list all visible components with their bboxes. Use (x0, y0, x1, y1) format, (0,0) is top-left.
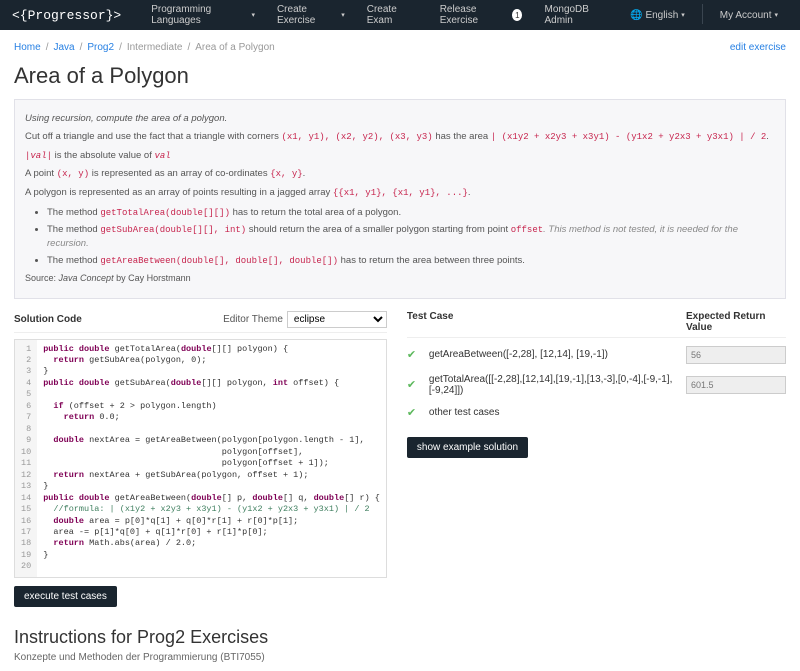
solution-label: Solution Code (14, 314, 223, 325)
crumb-title: Area of a Polygon (195, 42, 275, 53)
testcase-row: ✔ other test cases (407, 406, 786, 419)
nav-left: Programming Languages▾ Create Exercise▾ … (141, 0, 620, 32)
testcase-name: getAreaBetween([-2,28], [12,14], [19,-1]… (429, 349, 686, 360)
desc-method-1: The method getTotalArea(double[][]) has … (47, 206, 775, 221)
navbar: <{Progressor}> Programming Languages▾ Cr… (0, 0, 800, 30)
gutter: 1234567891011121314151617181920 (15, 340, 37, 577)
desc-source: Source: Java Concept by Cay Horstmann (25, 272, 775, 286)
expected-value-input[interactable] (686, 346, 786, 364)
desc-abs: |val| is the absolute value of val (25, 149, 775, 164)
check-icon: ✔ (407, 378, 421, 391)
nav-programming-languages[interactable]: Programming Languages▾ (141, 0, 265, 32)
desc-methods: The method getTotalArea(double[][]) has … (47, 206, 775, 268)
desc-point: A point (x, y) is represented as an arra… (25, 167, 775, 182)
globe-icon: 🌐 (630, 10, 642, 21)
expected-value-input[interactable] (686, 376, 786, 394)
nav-mongodb-admin[interactable]: MongoDB Admin (534, 0, 620, 32)
caret-icon: ▾ (341, 11, 345, 19)
desc-method-2: The method getSubArea(double[][], int) s… (47, 223, 775, 252)
divider (702, 4, 703, 24)
edit-exercise-link[interactable]: edit exercise (730, 42, 786, 53)
show-example-solution-button[interactable]: show example solution (407, 437, 528, 458)
crumb-home[interactable]: Home (14, 42, 41, 53)
solution-header: Solution Code Editor Theme eclipse (14, 311, 387, 333)
brand[interactable]: <{Progressor}> (12, 8, 121, 23)
testcase-header: Test Case Expected Return Value (407, 311, 786, 338)
testcase-row: ✔ getAreaBetween([-2,28], [12,14], [19,-… (407, 346, 786, 364)
nav-release-exercise[interactable]: Release Exercise1 (430, 0, 533, 32)
nav-create-exercise[interactable]: Create Exercise▾ (267, 0, 355, 32)
desc-polygon: A polygon is represented as an array of … (25, 186, 775, 201)
execute-test-cases-button[interactable]: execute test cases (14, 586, 117, 607)
nav-right: 🌐English▾ My Account▾ (620, 4, 788, 27)
nav-language[interactable]: 🌐English▾ (620, 4, 695, 27)
testcase-row: ✔ getTotalArea([[-2,28],[12,14],[19,-1],… (407, 374, 786, 396)
caret-icon: ▾ (681, 11, 685, 19)
page-title: Area of a Polygon (14, 63, 786, 89)
desc-formula: Cut off a triangle and use the fact that… (25, 130, 775, 145)
testcase-column: Test Case Expected Return Value ✔ getAre… (407, 311, 786, 607)
caret-icon: ▾ (774, 11, 778, 19)
testcase-label: Test Case (407, 311, 686, 333)
two-column-layout: Solution Code Editor Theme eclipse 12345… (14, 311, 786, 607)
code-area[interactable]: public double getTotalArea(double[][] po… (37, 340, 386, 577)
caret-icon: ▾ (251, 11, 255, 19)
solution-column: Solution Code Editor Theme eclipse 12345… (14, 311, 387, 607)
desc-method-3: The method getAreaBetween(double[], doub… (47, 254, 775, 269)
page-container: Home/ Java/ Prog2/ Intermediate/ Area of… (0, 30, 800, 671)
instructions-title: Instructions for Prog2 Exercises (14, 627, 786, 648)
theme-select[interactable]: eclipse (287, 311, 387, 328)
nav-create-exam[interactable]: Create Exam (357, 0, 428, 32)
crumb-java[interactable]: Java (53, 42, 74, 53)
description-box: Using recursion, compute the area of a p… (14, 99, 786, 299)
testcase-name: getTotalArea([[-2,28],[12,14],[19,-1],[1… (429, 374, 686, 396)
code-editor[interactable]: 1234567891011121314151617181920 public d… (14, 339, 387, 578)
nav-my-account[interactable]: My Account▾ (710, 4, 788, 27)
desc-intro: Using recursion, compute the area of a p… (25, 113, 227, 124)
expected-label: Expected Return Value (686, 311, 786, 333)
check-icon: ✔ (407, 348, 421, 361)
theme-label: Editor Theme (223, 314, 283, 325)
instructions-subtitle: Konzepte und Methoden der Programmierung… (14, 652, 786, 663)
crumb-level: Intermediate (127, 42, 183, 53)
check-icon: ✔ (407, 406, 421, 419)
crumb-prog2[interactable]: Prog2 (87, 42, 114, 53)
testcase-other: other test cases (429, 407, 786, 418)
badge: 1 (512, 9, 522, 21)
breadcrumb: Home/ Java/ Prog2/ Intermediate/ Area of… (14, 38, 786, 57)
